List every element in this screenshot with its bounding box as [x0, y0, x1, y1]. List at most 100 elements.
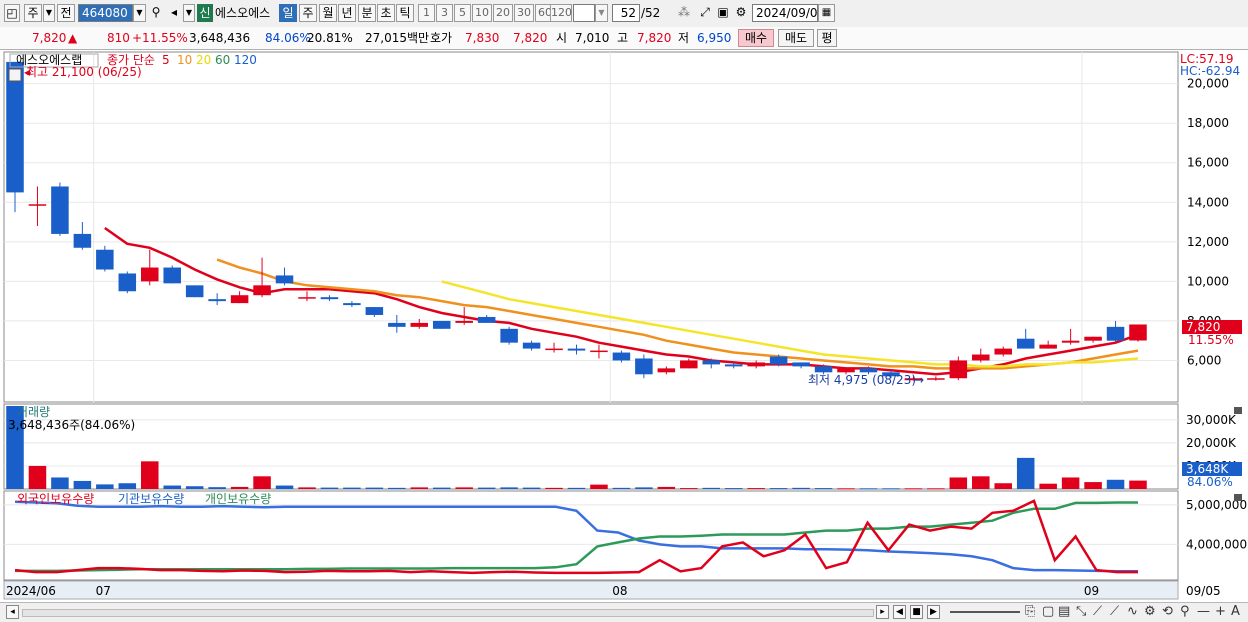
last-page-icon[interactable]: ▶ [927, 605, 940, 619]
prev-button[interactable]: 전 [57, 4, 75, 22]
volume-bar [612, 487, 631, 489]
interval-3[interactable]: 3 [436, 4, 453, 22]
zoom-slider[interactable] [950, 611, 1020, 613]
buy-button[interactable]: 매수 [738, 29, 774, 47]
period-year[interactable]: 년 [338, 4, 356, 22]
custom-interval-input[interactable] [573, 4, 595, 22]
x-tick-label: 2024/06 [6, 584, 56, 598]
chart-area[interactable]: 20,00018,00016,00014,00012,00010,0008,00… [0, 50, 1248, 602]
period-day[interactable]: 일 [279, 4, 297, 22]
high-annotation-text: 최고 21,100 (06/25) [26, 65, 142, 79]
layout-icon[interactable]: ◰ [4, 4, 20, 22]
sell-button[interactable]: 매도 [778, 29, 814, 47]
x-tick-label: 09 [1084, 584, 1099, 598]
volume-bar [680, 488, 698, 490]
code-dropdown-icon[interactable]: ▼ [133, 4, 146, 22]
trade-amount: 27,015백만 [365, 31, 430, 45]
volume-bar [859, 488, 878, 490]
volume-bar [792, 487, 810, 489]
zoom-in-icon[interactable]: + [1215, 604, 1226, 620]
candle-body [994, 348, 1012, 355]
new-badge: 신 [197, 4, 213, 22]
stop-icon[interactable]: ■ [910, 605, 923, 619]
count-input[interactable]: 52 [612, 4, 640, 22]
bottom-bar: ◂ ▸ ◀ ■ ▶ ⎘ ▢ ▤ ⤡ ⟋ ⟋ ∿ ⚙ ⟲ ⚲ — + A [0, 602, 1248, 622]
scroll-right-icon[interactable]: ▸ [876, 605, 889, 619]
eval-button[interactable]: 평 [817, 29, 837, 47]
candle-body [477, 316, 496, 323]
high-annotation: 최고 21,100 (06/25) [26, 65, 142, 79]
period-week[interactable]: 주 [299, 4, 317, 22]
code-input[interactable]: 464080 [78, 4, 133, 22]
zoom-out-icon[interactable]: — [1197, 604, 1210, 620]
volume-bar [567, 487, 586, 489]
tool-line-icon[interactable]: ⟋ [1093, 604, 1102, 620]
candle-body [410, 322, 429, 327]
volume-bar [28, 465, 47, 489]
tool-refresh-icon[interactable]: ⟲ [1162, 604, 1173, 620]
tool-trend-icon[interactable]: ⟋ [1110, 604, 1119, 620]
period-second[interactable]: 초 [377, 4, 395, 22]
search-icon[interactable]: ⚲ [148, 4, 164, 22]
custom-interval-dropdown-icon[interactable]: ▼ [595, 4, 608, 22]
interval-10[interactable]: 10 [472, 4, 492, 22]
tool-copy-icon[interactable]: ⎘ [1025, 604, 1035, 620]
calendar-grid-icon[interactable] [8, 68, 22, 82]
scroll-left-icon[interactable]: ◂ [6, 605, 19, 619]
compare-icon[interactable]: ⁂ [675, 4, 693, 22]
candle-body [275, 275, 294, 284]
tool-gear-icon[interactable]: ⚙ [1144, 604, 1156, 620]
low-price: 6,950 [697, 31, 732, 45]
period-month[interactable]: 월 [319, 4, 337, 22]
candle-body [1039, 344, 1057, 349]
tool-pattern-icon[interactable]: ⤡ [1076, 604, 1086, 620]
volume-bar [1061, 477, 1080, 489]
interval-120[interactable]: 120 [550, 4, 572, 22]
date-input[interactable]: 2024/09/05 [752, 4, 825, 22]
zoom-search-icon[interactable]: ⚲ [1180, 604, 1190, 620]
tool-print-icon[interactable]: ▤ [1058, 604, 1070, 620]
holding-panel-close-icon[interactable] [1234, 494, 1242, 501]
interval-1[interactable]: 1 [418, 4, 435, 22]
high-price: 7,820 [637, 31, 672, 45]
calendar-icon[interactable]: ▦ [818, 4, 835, 22]
volume-bar [298, 487, 316, 489]
legend-ma120: 120 [234, 53, 257, 67]
candle-body [455, 320, 473, 323]
tool-capture-icon[interactable]: ▢ [1042, 604, 1054, 620]
candle-body [230, 295, 249, 304]
volume-bar [814, 488, 833, 490]
candle-body [500, 328, 518, 343]
volume-bar [96, 484, 114, 489]
period-tick[interactable]: 틱 [396, 4, 414, 22]
tool-wave-icon[interactable]: ∿ [1127, 604, 1138, 620]
quote-bar: 7,820 ▲ 810 +11.55% 3,648,436 84.06% 20.… [0, 27, 1248, 50]
price-tick-label: 20,000 [1187, 77, 1229, 91]
candle-body [1106, 326, 1125, 341]
price-tick-label: 12,000 [1187, 235, 1229, 249]
chart-svg[interactable]: 20,00018,00016,00014,00012,00010,0008,00… [0, 50, 1248, 602]
speaker-dropdown-icon[interactable]: ▼ [183, 4, 195, 22]
candle-body [927, 378, 945, 380]
market-dropdown-icon[interactable]: ▼ [43, 4, 55, 22]
scrollbar-track[interactable] [22, 609, 874, 617]
price-tick-label: 16,000 [1187, 156, 1229, 170]
up-arrow-icon: ▲ [68, 31, 78, 45]
open-label: 시 [556, 31, 568, 45]
text-tool-icon[interactable]: A [1231, 604, 1240, 620]
draw-tool-icon[interactable]: ⤢ [696, 4, 714, 22]
speaker-icon[interactable]: ◂ [167, 4, 181, 22]
market-tab[interactable]: 주 [24, 4, 42, 22]
period-minute[interactable]: 분 [358, 4, 376, 22]
candle-body [859, 368, 878, 373]
save-icon[interactable]: ▣ [715, 4, 731, 22]
interval-5[interactable]: 5 [454, 4, 471, 22]
settings-icon[interactable]: ⚙ [733, 4, 749, 22]
volume-panel-close-icon[interactable] [1234, 407, 1242, 414]
interval-20[interactable]: 20 [493, 4, 513, 22]
interval-30[interactable]: 30 [514, 4, 534, 22]
x-tick-label: 08 [612, 584, 627, 598]
volume-bar [590, 484, 608, 489]
first-page-icon[interactable]: ◀ [893, 605, 906, 619]
candle-body [185, 285, 204, 298]
